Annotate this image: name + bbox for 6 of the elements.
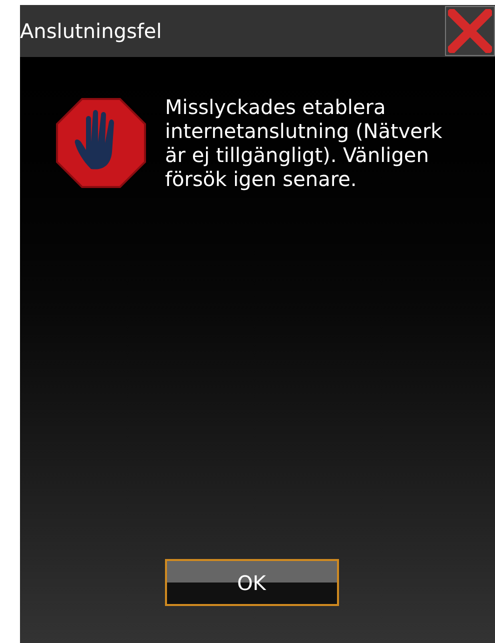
close-icon (448, 9, 492, 53)
stop-hand-icon (55, 97, 147, 189)
ok-button[interactable]: OK (164, 559, 338, 606)
window-title: Anslutningsfel (20, 18, 162, 45)
close-button[interactable] (445, 6, 495, 56)
error-message: Misslyckades etablera internetanslutning (Nätverk är ej tillgängligt). Vänligen försök igen senare. (165, 95, 444, 191)
